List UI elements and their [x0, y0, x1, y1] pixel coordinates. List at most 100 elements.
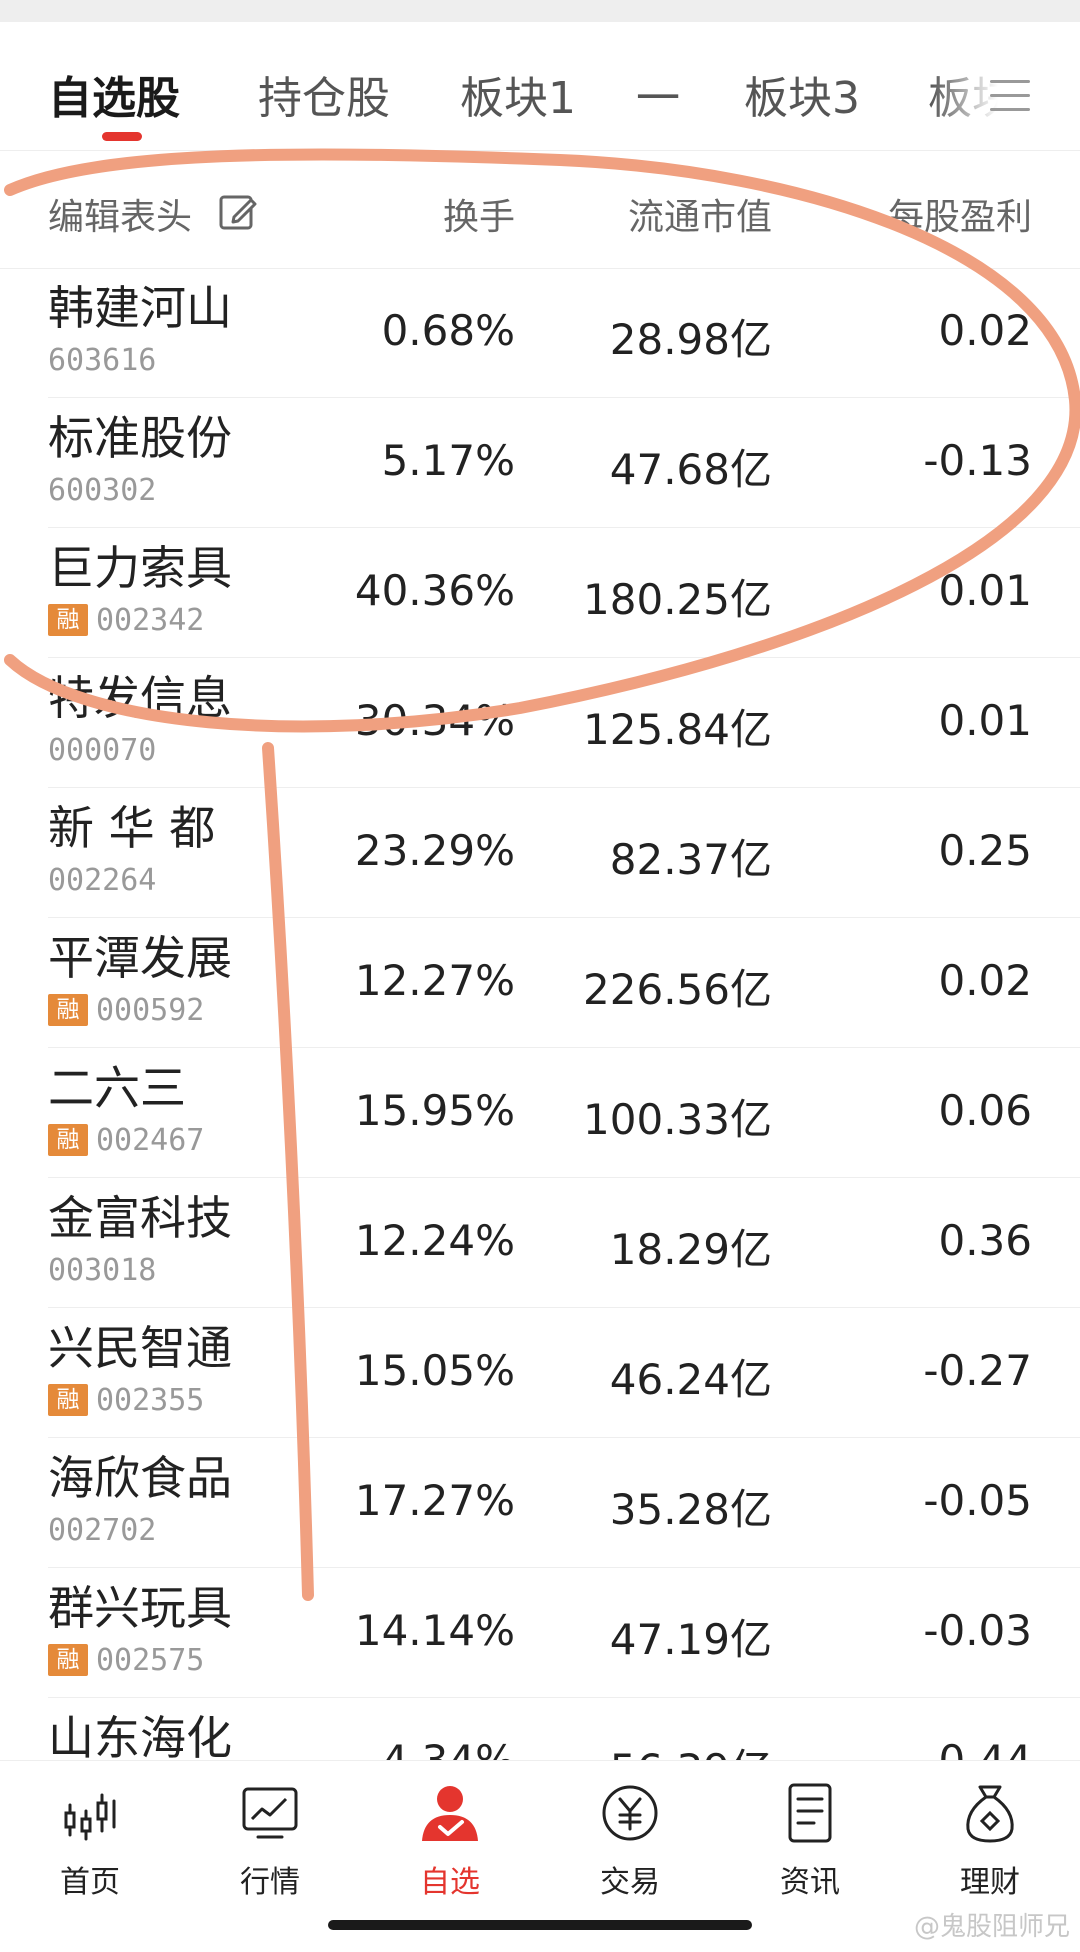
- stock-code: 002575: [96, 1642, 205, 1678]
- nav-market-label: 行情: [240, 1865, 300, 1900]
- turnover-value: 23.29%: [354, 826, 515, 875]
- stock-name: 巨力索具: [48, 541, 232, 595]
- stock-code-group: 603616: [48, 342, 156, 378]
- table-row[interactable]: 金富科技 003018 12.24% 18.29亿 0.36: [0, 1178, 1080, 1308]
- turnover-value: 15.95%: [354, 1086, 515, 1135]
- nav-trade[interactable]: 交易: [570, 1781, 690, 1901]
- column-header-eps[interactable]: 每股盈利: [888, 188, 1032, 240]
- turnover-value: 5.17%: [381, 436, 515, 485]
- home-indicator[interactable]: [328, 1920, 752, 1930]
- nav-market[interactable]: 行情: [210, 1781, 330, 1901]
- stock-code-group: 003018: [48, 1252, 156, 1288]
- stock-name: 金富科技: [48, 1191, 232, 1245]
- turnover-value: 0.68%: [381, 306, 515, 355]
- margin-badge: 融: [48, 1124, 88, 1156]
- stock-code: 002264: [48, 862, 157, 898]
- margin-badge: 融: [48, 604, 88, 636]
- stock-code-group: 002264: [48, 862, 156, 898]
- stock-name: 兴民智通: [48, 1321, 232, 1375]
- tab-holdings[interactable]: 持仓股: [258, 62, 390, 126]
- stock-list: 韩建河山 603616 0.68% 28.98亿 0.02 标准股份 600302 5.17%…: [0, 268, 1080, 1760]
- table-row[interactable]: 平潭发展融 000592 12.27% 226.56亿 0.02: [0, 918, 1080, 1048]
- nav-watchlist[interactable]: 自选: [390, 1781, 510, 1901]
- stock-code-group: 002702: [48, 1512, 156, 1548]
- eps-value: 0.02: [938, 956, 1032, 1005]
- watermark: @鬼股阻师兄: [913, 1912, 1070, 1942]
- market-cap-value: 47.68亿: [609, 445, 772, 494]
- market-cap-value: 35.28亿: [609, 1485, 772, 1534]
- eps-value: -0.44: [923, 1736, 1032, 1760]
- eps-value: 0.25: [938, 826, 1032, 875]
- stock-code: 002467: [96, 1122, 205, 1158]
- table-row[interactable]: 特发信息 000070 30.34% 125.84亿 0.01: [0, 658, 1080, 788]
- menu-icon[interactable]: [990, 80, 1030, 112]
- table-row[interactable]: 海欣食品 002702 17.27% 35.28亿 -0.05: [0, 1438, 1080, 1568]
- nav-wealth-label: 理财: [960, 1865, 1020, 1900]
- eps-value: -0.13: [923, 436, 1032, 485]
- nav-news[interactable]: 资讯: [750, 1781, 870, 1901]
- stock-code-group: 融 002467: [48, 1122, 204, 1158]
- nav-home-label: 首页: [60, 1865, 120, 1900]
- market-chart-icon: [242, 1787, 298, 1839]
- market-cap-value: 180.25亿: [583, 575, 772, 624]
- table-row[interactable]: 山东海化 4.34% 56.39亿 -0.44: [0, 1698, 1080, 1760]
- stock-name: 群兴玩具: [48, 1581, 232, 1635]
- market-cap-value: 125.84亿: [583, 705, 772, 754]
- edit-icon[interactable]: [218, 192, 258, 232]
- tab-sector-3[interactable]: 板块3: [744, 62, 860, 126]
- turnover-value: 17.27%: [354, 1476, 515, 1525]
- table-header: 编辑表头 换手 流通市值 每股盈利: [0, 150, 1080, 269]
- eps-value: -0.27: [923, 1346, 1032, 1395]
- table-row[interactable]: 巨力索具融 002342 40.36% 180.25亿 0.01: [0, 528, 1080, 658]
- table-row[interactable]: 群兴玩具融 002575 14.14% 47.19亿 -0.03: [0, 1568, 1080, 1698]
- stock-code: 000592: [96, 992, 205, 1028]
- market-cap-value: 47.19亿: [609, 1615, 772, 1664]
- market-cap-value: 226.56亿: [583, 965, 772, 1014]
- table-row[interactable]: 二六三融 002467 15.95% 100.33亿 0.06: [0, 1048, 1080, 1178]
- margin-badge: 融: [48, 1644, 88, 1676]
- nav-wealth[interactable]: 理财: [930, 1781, 1050, 1901]
- turnover-value: 40.36%: [354, 566, 515, 615]
- turnover-value: 30.34%: [354, 696, 515, 745]
- stock-code-group: 融 002355: [48, 1382, 204, 1418]
- table-row[interactable]: 标准股份 600302 5.17% 47.68亿 -0.13: [0, 398, 1080, 528]
- stock-code-group: 融 000592: [48, 992, 204, 1028]
- eps-value: 0.02: [938, 306, 1032, 355]
- stock-code: 002355: [96, 1382, 205, 1418]
- eps-value: 0.36: [938, 1216, 1032, 1265]
- eps-value: -0.05: [923, 1476, 1032, 1525]
- yen-coin-icon: [602, 1785, 658, 1841]
- eps-value: 0.01: [938, 696, 1032, 745]
- stock-code: 600302: [48, 472, 157, 508]
- stock-name: 平潭发展: [48, 931, 232, 985]
- eps-value: -0.03: [923, 1606, 1032, 1655]
- column-header-market-cap[interactable]: 流通市值: [628, 188, 772, 240]
- user-check-icon: [422, 1786, 478, 1841]
- tab-sector-1[interactable]: 板块1: [460, 62, 576, 126]
- nav-home[interactable]: 首页: [30, 1781, 150, 1901]
- stock-code: 603616: [48, 342, 157, 378]
- market-cap-value: 82.37亿: [609, 835, 772, 884]
- nav-trade-label: 交易: [600, 1865, 660, 1900]
- market-cap-value: 28.98亿: [609, 315, 772, 364]
- turnover-value: 14.14%: [354, 1606, 515, 1655]
- turnover-value: 15.05%: [354, 1346, 515, 1395]
- edit-header-button[interactable]: 编辑表头: [48, 188, 192, 240]
- stock-code-group: 000070: [48, 732, 156, 768]
- table-row[interactable]: 新 华 都 002264 23.29% 82.37亿 0.25: [0, 788, 1080, 918]
- tab-dash[interactable]: 一: [636, 62, 680, 126]
- stock-code-group: 600302: [48, 472, 156, 508]
- table-row[interactable]: 兴民智通融 002355 15.05% 46.24亿 -0.27: [0, 1308, 1080, 1438]
- turnover-value: 12.27%: [354, 956, 515, 1005]
- stock-name: 特发信息: [48, 671, 232, 725]
- stock-name: 韩建河山: [48, 281, 232, 335]
- turnover-value: 12.24%: [354, 1216, 515, 1265]
- stock-code: 002702: [48, 1512, 157, 1548]
- market-cap-value: 56.39亿: [610, 1736, 772, 1760]
- tab-watchlist[interactable]: 自选股: [48, 62, 180, 126]
- column-header-turnover[interactable]: 换手: [443, 188, 515, 240]
- market-cap-value: 46.24亿: [609, 1355, 772, 1404]
- margin-badge: 融: [48, 1384, 88, 1416]
- margin-badge: 融: [48, 994, 88, 1026]
- table-row[interactable]: 韩建河山 603616 0.68% 28.98亿 0.02: [0, 268, 1080, 398]
